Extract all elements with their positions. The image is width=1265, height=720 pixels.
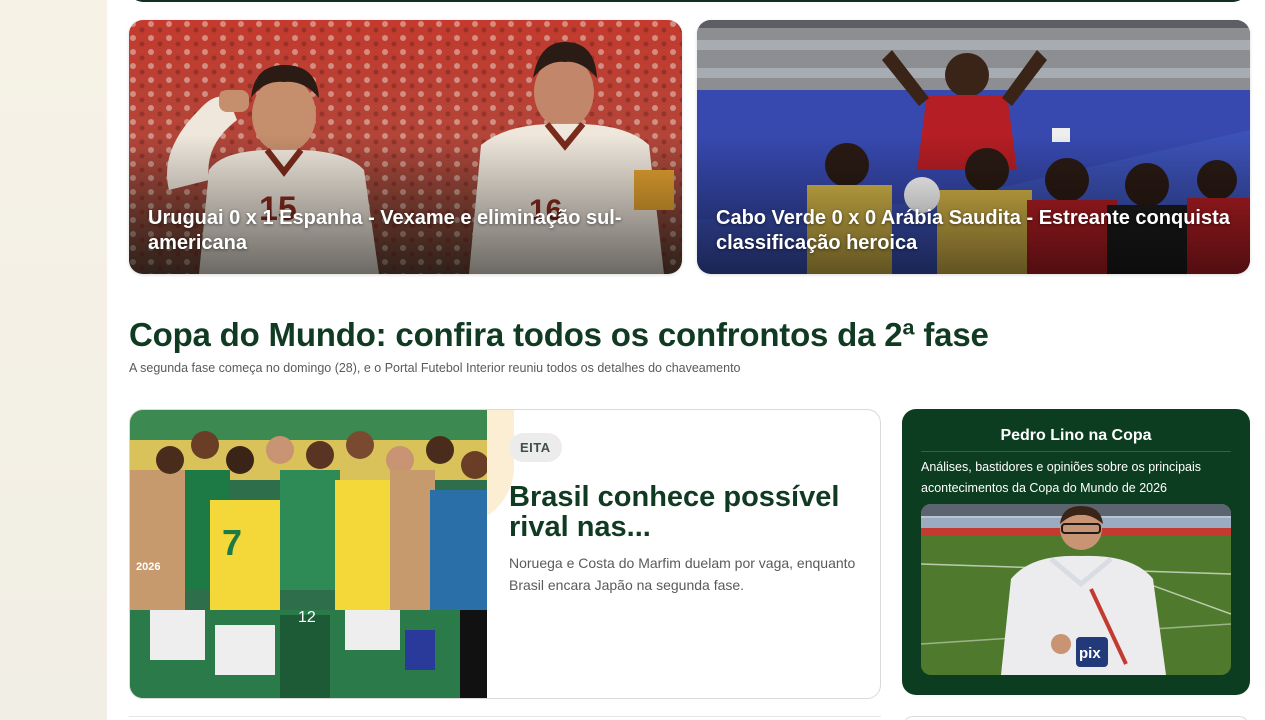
- brazil-team-photo: 2026 7 12: [130, 410, 487, 698]
- news-card-cabo-verde-arabia[interactable]: Cabo Verde 0 x 0 Arábia Saudita - Estrea…: [697, 20, 1250, 274]
- section-title[interactable]: Copa do Mundo: confira todos os confront…: [129, 316, 989, 354]
- feature-article-description: Noruega e Costa do Marfim duelam por vag…: [509, 555, 856, 593]
- next-row-divider: [129, 716, 881, 720]
- section-subtitle: A segunda fase começa no domingo (28), e…: [129, 361, 741, 375]
- article-tag: EITA: [509, 433, 562, 462]
- svg-text:7: 7: [222, 522, 242, 563]
- svg-text:2026: 2026: [136, 561, 160, 573]
- previous-card-edge: [129, 0, 1247, 2]
- promo-description: Análises, bastidores e opiniões sobre os…: [921, 460, 1202, 495]
- feature-article-title[interactable]: Brasil conhece possível rival nas...: [509, 482, 849, 542]
- page-gutter: [0, 0, 107, 720]
- next-card-edge: [903, 716, 1249, 720]
- svg-text:12: 12: [298, 609, 316, 626]
- svg-text:pix: pix: [1079, 645, 1101, 662]
- news-card-caption[interactable]: Cabo Verde 0 x 0 Arábia Saudita - Estrea…: [716, 206, 1232, 256]
- stadium-reporter-photo: pix: [921, 504, 1231, 675]
- news-card-uruguai-espanha[interactable]: 15 16 Uruguai 0 x 1 Espanha - Vexame e e…: [129, 20, 682, 274]
- news-card-caption[interactable]: Uruguai 0 x 1 Espanha - Vexame e elimina…: [148, 206, 664, 256]
- pedro-lino-promo-card[interactable]: Pedro Lino na Copa Análises, bastidores …: [902, 409, 1250, 695]
- promo-title[interactable]: Pedro Lino na Copa: [902, 427, 1250, 445]
- feature-article-card[interactable]: 2026 7 12 EITA Brasil conhece possível r…: [129, 409, 881, 699]
- promo-divider: [921, 451, 1231, 452]
